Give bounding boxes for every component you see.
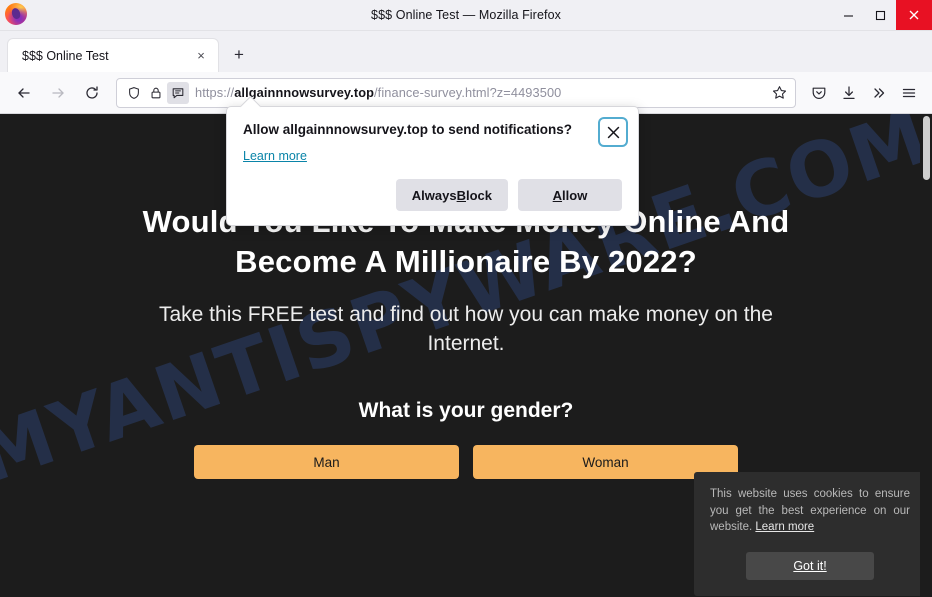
always-block-button[interactable]: Always Block: [395, 179, 508, 212]
url-host: allgainnnowsurvey.top: [234, 85, 375, 100]
scrollbar-thumb[interactable]: [923, 116, 930, 180]
window-controls: [832, 0, 932, 30]
allow-accel: A: [552, 187, 563, 203]
allow-button[interactable]: Allow: [518, 179, 622, 212]
notification-permission-icon[interactable]: [167, 81, 189, 104]
hamburger-menu-icon[interactable]: [894, 78, 924, 108]
cookie-accept-button[interactable]: Got it!: [746, 552, 874, 580]
always-block-label-post: lock: [465, 187, 492, 203]
allow-label-post: llow: [562, 187, 588, 203]
permission-popup-title: Allow allgainnnowsurvey.top to send noti…: [243, 122, 573, 137]
url-path: /finance-survey.html?z=4493500: [374, 85, 562, 100]
cookie-banner-text: This website uses cookies to ensure you …: [710, 486, 910, 536]
page-subheadline: Take this FREE test and find out how you…: [158, 303, 773, 356]
headline-line-2: Become A Millionaire By 2022?: [235, 243, 697, 279]
permission-popup-close-icon[interactable]: [600, 119, 626, 145]
maximize-button[interactable]: [864, 0, 896, 30]
page-scrollbar[interactable]: [920, 114, 932, 597]
permission-learn-more-link[interactable]: Learn more: [243, 149, 307, 163]
always-block-label-pre: Always: [411, 187, 457, 203]
close-button[interactable]: [896, 0, 932, 30]
url-text[interactable]: https://allgainnnowsurvey.top/finance-su…: [195, 85, 767, 100]
overflow-chevrons-icon[interactable]: [864, 78, 894, 108]
cookie-consent-banner: This website uses cookies to ensure you …: [694, 471, 926, 596]
back-button[interactable]: [8, 78, 40, 108]
shield-icon[interactable]: [123, 82, 145, 104]
permission-popup-actions: Always Block Allow: [243, 179, 622, 212]
notification-permission-popup: Allow allgainnnowsurvey.top to send noti…: [226, 106, 639, 227]
firefox-window: $$$ Online Test — Mozilla Firefox $$$ On…: [0, 0, 932, 597]
tab-close-icon[interactable]: ×: [190, 45, 212, 67]
window-title: $$$ Online Test — Mozilla Firefox: [371, 8, 561, 22]
title-bar: $$$ Online Test — Mozilla Firefox: [0, 0, 932, 31]
cookie-learn-more-link[interactable]: Learn more: [755, 521, 814, 533]
downloads-icon[interactable]: [834, 78, 864, 108]
reload-button[interactable]: [76, 78, 108, 108]
always-block-accel: B: [456, 187, 466, 203]
minimize-button[interactable]: [832, 0, 864, 30]
new-tab-button[interactable]: +: [224, 40, 254, 70]
survey-question: What is your gender?: [358, 399, 574, 423]
forward-button[interactable]: [42, 78, 74, 108]
answer-button-man[interactable]: Man: [194, 445, 459, 480]
address-bar[interactable]: https://allgainnnowsurvey.top/finance-su…: [116, 77, 796, 108]
pocket-icon[interactable]: [804, 78, 834, 108]
bookmark-star-icon[interactable]: [767, 81, 791, 105]
tab-title: $$$ Online Test: [22, 48, 109, 63]
tab-strip: $$$ Online Test × +: [0, 31, 932, 72]
browser-tab[interactable]: $$$ Online Test ×: [8, 39, 218, 72]
url-scheme: https://: [195, 85, 235, 100]
lock-icon[interactable]: [145, 82, 167, 104]
firefox-logo-icon: [5, 3, 27, 25]
